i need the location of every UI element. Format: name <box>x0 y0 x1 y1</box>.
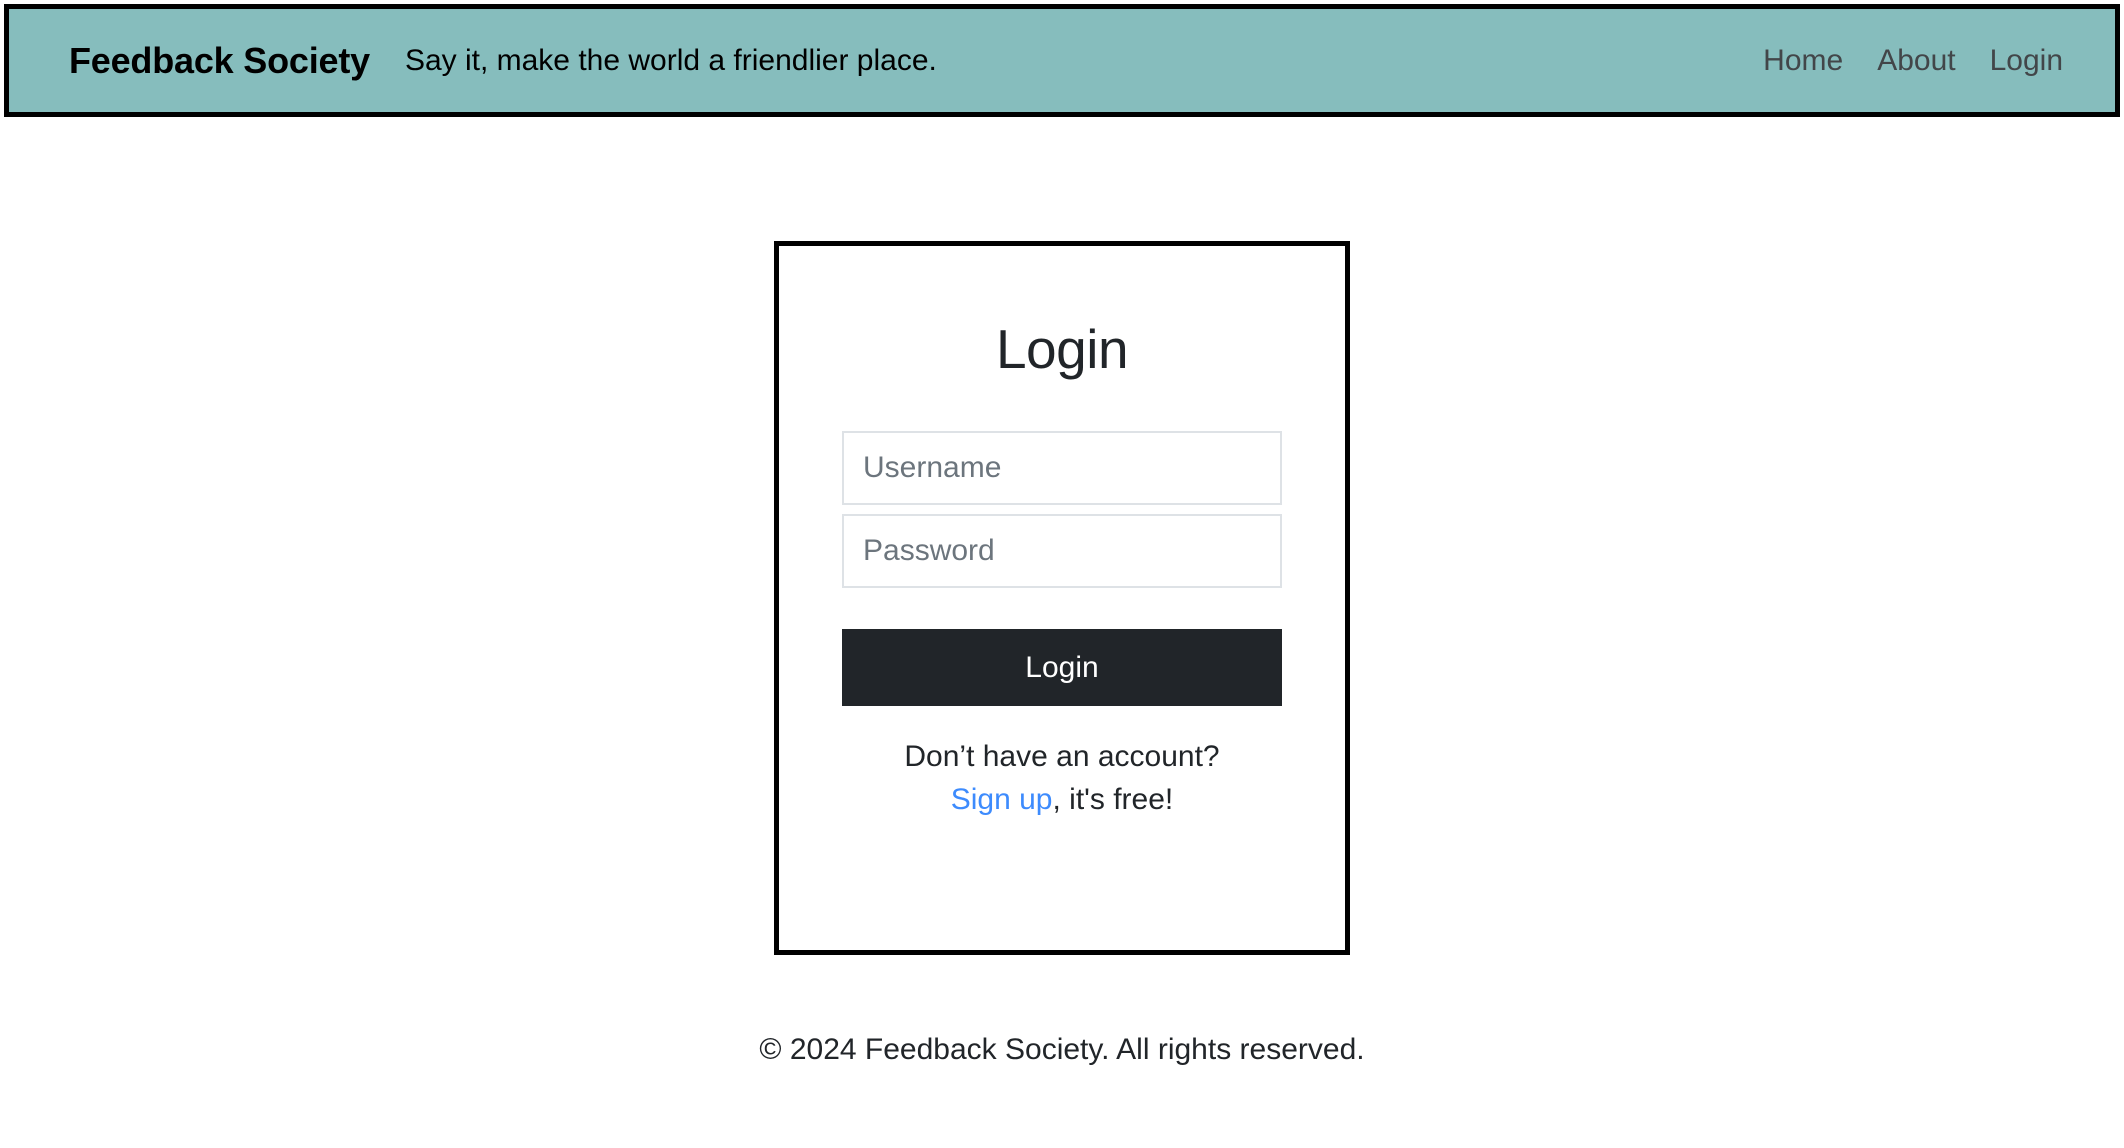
site-footer: © 2024 Feedback Society. All rights rese… <box>0 1033 2124 1067</box>
login-card: Login Login Don’t have an account? Sign … <box>774 241 1350 955</box>
password-input[interactable] <box>842 513 1282 588</box>
brand-tagline: Say it, make the world a friendlier plac… <box>404 43 937 77</box>
signup-cta: Sign up, it's free! <box>904 782 1219 818</box>
signup-question: Don’t have an account? <box>904 739 1220 773</box>
site-header: Feedback Society Say it, make the world … <box>4 4 2120 117</box>
page-title: Login <box>995 318 1129 380</box>
main-content: Login Login Don’t have an account? Sign … <box>0 117 2124 955</box>
signup-link[interactable]: Sign up <box>951 783 1053 816</box>
signup-prompt: Don’t have an account? Sign up, it's fre… <box>904 739 1219 818</box>
signup-suffix: , it's free! <box>1052 782 1174 816</box>
copyright-text: © 2024 Feedback Society. All rights rese… <box>759 1033 1365 1066</box>
nav-link-about[interactable]: About <box>1877 44 1955 78</box>
login-submit-button[interactable]: Login <box>842 628 1282 706</box>
nav-link-home[interactable]: Home <box>1763 44 1843 78</box>
username-input[interactable] <box>842 430 1282 505</box>
primary-nav: Home About Login <box>1763 44 2063 78</box>
brand-title: Feedback Society <box>69 39 370 81</box>
nav-link-login[interactable]: Login <box>1990 44 2063 78</box>
